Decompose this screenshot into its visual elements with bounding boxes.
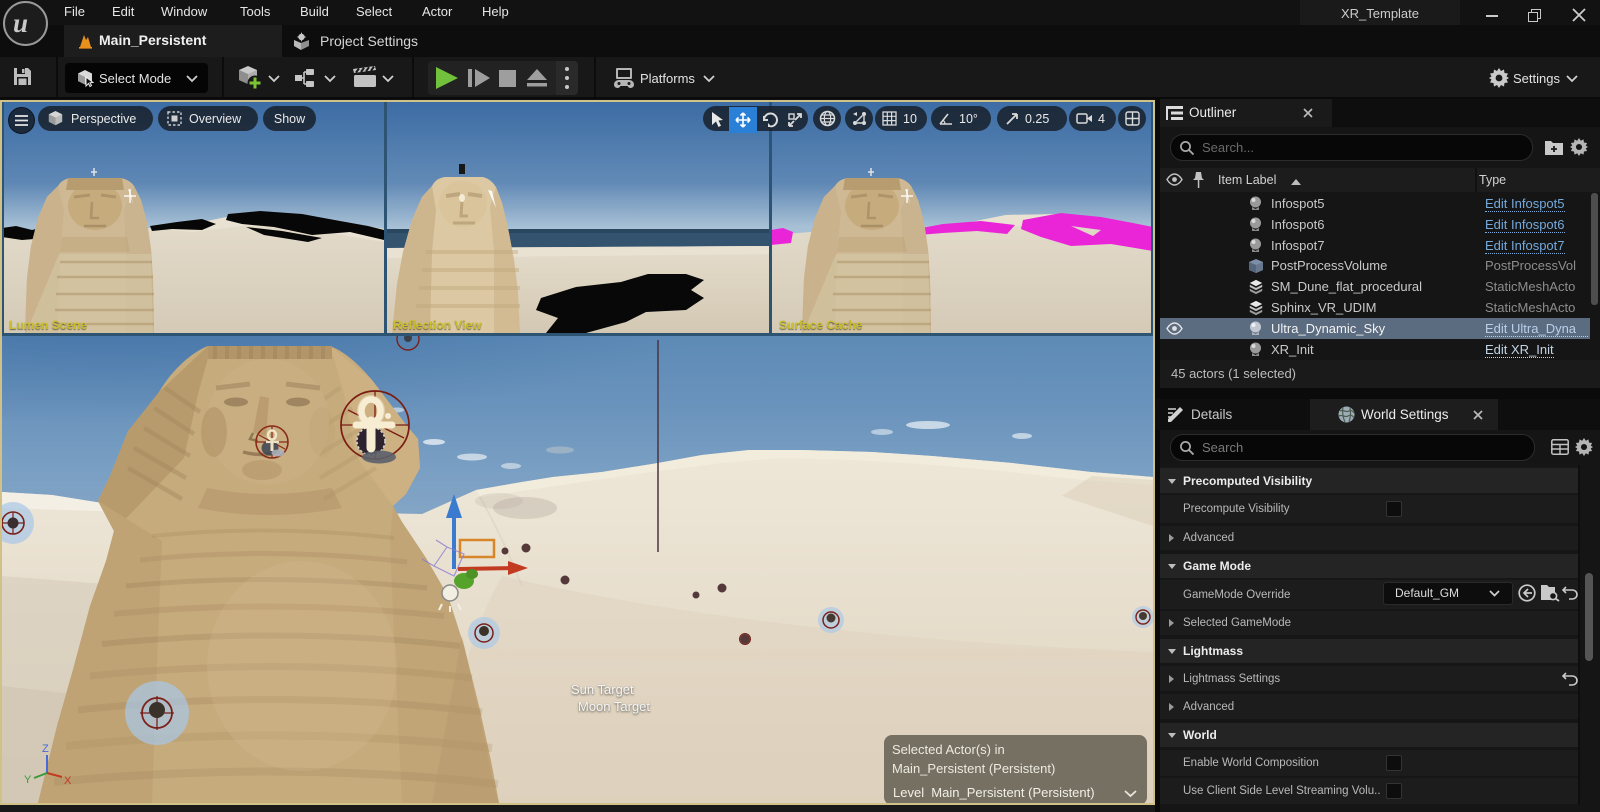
- svg-text:Y: Y: [24, 774, 32, 786]
- svg-text:X: X: [64, 775, 72, 787]
- svg-text:Z: Z: [42, 743, 49, 755]
